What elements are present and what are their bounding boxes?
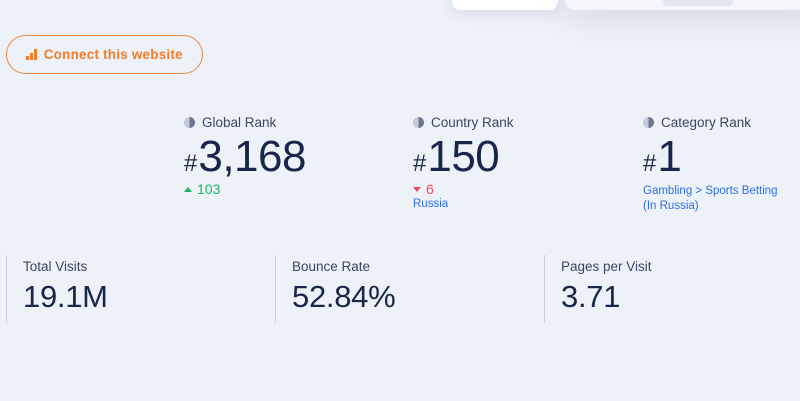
hash-symbol: # <box>184 150 198 177</box>
category-link[interactable]: Gambling > Sports Betting (In Russia) <box>643 184 778 214</box>
hash-symbol: # <box>413 150 427 177</box>
country-rank-change: 6 <box>413 181 514 197</box>
total-visits-metric: Total Visits 19.1M <box>6 255 276 323</box>
hash-symbol: # <box>643 150 657 177</box>
floating-card <box>452 0 558 10</box>
global-rank: Global Rank # 3,168 103 <box>184 115 306 197</box>
category-rank-value: 1 <box>657 132 682 181</box>
total-visits-value: 19.1M <box>23 279 108 314</box>
category-rank-label: Category Rank <box>661 115 752 130</box>
arrow-up-icon <box>184 186 192 192</box>
bounce-rate-value: 52.84% <box>292 279 396 314</box>
rank-icon <box>413 117 424 128</box>
rank-icon <box>184 117 195 128</box>
panel-placeholder <box>663 0 733 6</box>
total-visits-label: Total Visits <box>23 259 88 274</box>
country-rank: Country Rank # 150 6 Russia <box>413 115 514 212</box>
bar-chart-icon <box>26 49 37 60</box>
pages-per-visit-value: 3.71 <box>561 279 621 314</box>
bounce-rate-label: Bounce Rate <box>292 259 371 274</box>
floating-panel <box>565 0 800 10</box>
arrow-down-icon <box>413 186 421 192</box>
country-rank-change-value: 6 <box>426 181 434 197</box>
global-rank-label: Global Rank <box>202 115 277 130</box>
category-link-line1: Gambling > Sports Betting <box>643 185 778 197</box>
pages-per-visit-label: Pages per Visit <box>561 259 652 274</box>
pages-per-visit-metric: Pages per Visit 3.71 <box>544 255 800 323</box>
rank-icon <box>643 117 654 128</box>
connect-website-button[interactable]: Connect this website <box>6 35 203 74</box>
global-rank-value: 3,168 <box>198 132 306 181</box>
bounce-rate-metric: Bounce Rate 52.84% <box>275 255 545 323</box>
global-rank-change: 103 <box>184 181 306 197</box>
category-rank: Category Rank # 1 Gambling > Sports Bett… <box>643 115 778 214</box>
country-rank-label: Country Rank <box>431 115 514 130</box>
connect-website-label: Connect this website <box>43 47 183 62</box>
country-rank-value: 150 <box>427 132 500 181</box>
global-rank-change-value: 103 <box>197 181 221 197</box>
category-link-line2: (In Russia) <box>643 200 699 212</box>
country-link[interactable]: Russia <box>413 197 514 212</box>
